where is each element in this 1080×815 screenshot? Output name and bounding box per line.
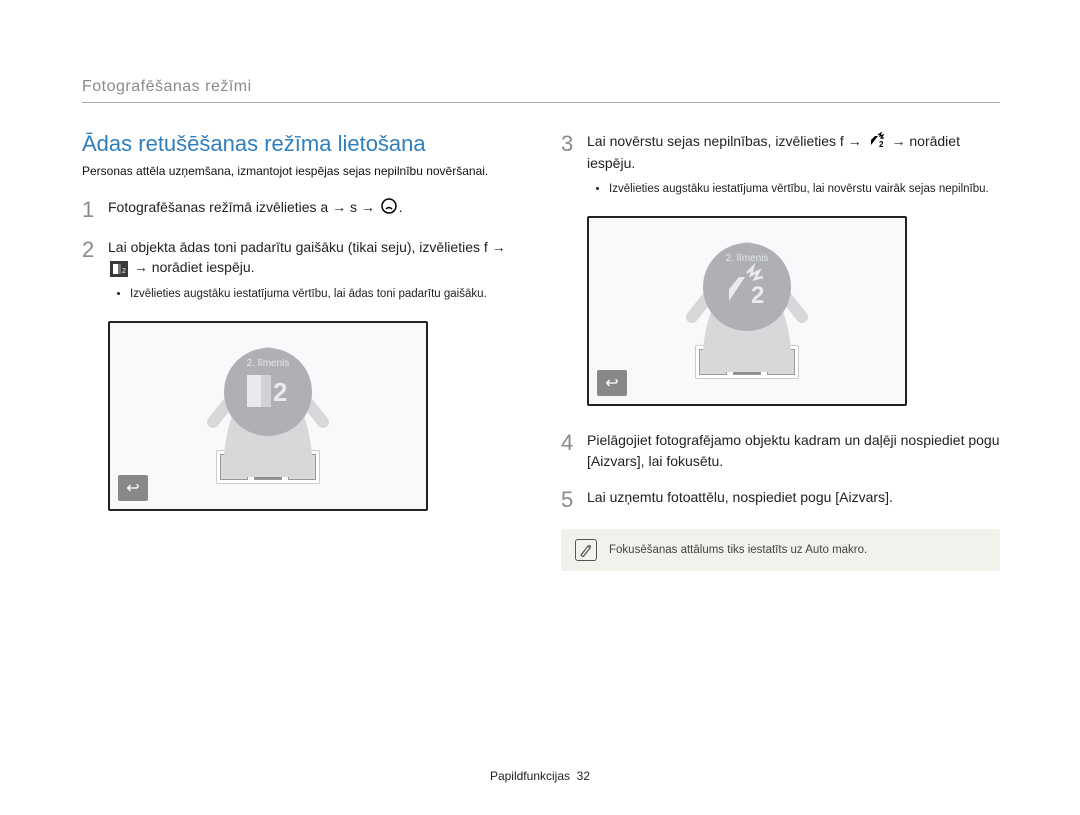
step-1: 1 Fotografēšanas režīmā izvēlieties a → … <box>82 197 521 221</box>
retouch-large-icon: 2 <box>721 263 773 319</box>
step-text: Fotografēšanas režīmā izvēlieties a <box>108 199 328 215</box>
face-mode-icon <box>381 198 397 219</box>
arrow-icon: → <box>361 199 375 215</box>
skin-tone-icon: 2 <box>110 261 128 277</box>
arrow-icon: → <box>492 239 506 255</box>
level-indicator: 2. līmenis 2 <box>703 243 791 331</box>
skin-tone-large-icon: 2 <box>243 369 293 423</box>
level-label: 2. līmenis <box>726 253 769 264</box>
step-2: 2 Lai objekta ādas toni padarītu gaišāku… <box>82 237 521 305</box>
step-text-b: s <box>350 199 357 215</box>
note-icon <box>575 539 597 561</box>
arrow-icon: → <box>891 133 905 149</box>
step-text-c: . <box>399 199 403 215</box>
step-text: Lai objekta ādas toni padarītu gaišāku (… <box>108 239 488 255</box>
camera-screen-preview: 2. līmenis 2 1 2 3 ↩ <box>108 321 428 511</box>
section-title: Ādas retušēšanas režīma lietošana <box>82 131 521 157</box>
section-header: Fotografēšanas režīmi <box>82 78 1000 103</box>
step-number: 5 <box>561 487 577 511</box>
note-box: Fokusēšanas attālums tiks iestatīts uz A… <box>561 529 1000 571</box>
arrow-icon: → <box>332 199 346 215</box>
retouch-icon: 2 <box>868 132 886 153</box>
svg-text:2: 2 <box>273 377 287 407</box>
step-text-b: norādiet iespēju. <box>152 259 255 275</box>
footer-label: Papildfunkcijas <box>490 769 570 783</box>
arrow-icon: → <box>134 259 148 275</box>
step-text: Lai uzņemtu fotoattēlu, nospiediet pogu … <box>587 487 1000 511</box>
step-number: 3 <box>561 131 577 200</box>
step-number: 4 <box>561 430 577 471</box>
camera-screen-preview: 2. līmenis 2 1 2 3 ↩ <box>587 216 907 406</box>
page-number: 32 <box>577 769 590 783</box>
back-button[interactable]: ↩ <box>597 370 627 396</box>
page-footer: Papildfunkcijas 32 <box>0 769 1080 783</box>
right-column: 3 Lai novērstu sejas nepilnības, izvēlie… <box>561 131 1000 571</box>
intro-text: Personas attēla uzņemšana, izmantojot ie… <box>82 163 521 179</box>
note-text: Fokusēšanas attālums tiks iestatīts uz A… <box>609 544 867 556</box>
svg-text:2: 2 <box>879 140 884 148</box>
step-number: 2 <box>82 237 98 305</box>
step-bullet: Izvēlieties augstāku iestatījuma vērtību… <box>130 286 521 302</box>
step-5: 5 Lai uzņemtu fotoattēlu, nospiediet pog… <box>561 487 1000 511</box>
level-indicator: 2. līmenis 2 <box>224 348 312 436</box>
left-column: Ādas retušēšanas režīma lietošana Person… <box>82 131 521 571</box>
back-button[interactable]: ↩ <box>118 475 148 501</box>
level-label: 2. līmenis <box>247 358 290 369</box>
svg-text:2: 2 <box>122 268 126 275</box>
step-4: 4 Pielāgojiet fotografējamo objektu kadr… <box>561 430 1000 471</box>
arrow-icon: → <box>848 133 862 149</box>
step-bullet: Izvēlieties augstāku iestatījuma vērtību… <box>609 181 1000 197</box>
step-3: 3 Lai novērstu sejas nepilnības, izvēlie… <box>561 131 1000 200</box>
svg-text:2: 2 <box>751 282 764 309</box>
step-text: Pielāgojiet fotografējamo objektu kadram… <box>587 430 1000 471</box>
step-number: 1 <box>82 197 98 221</box>
step-text: Lai novērstu sejas nepilnības, izvēlieti… <box>587 133 844 149</box>
